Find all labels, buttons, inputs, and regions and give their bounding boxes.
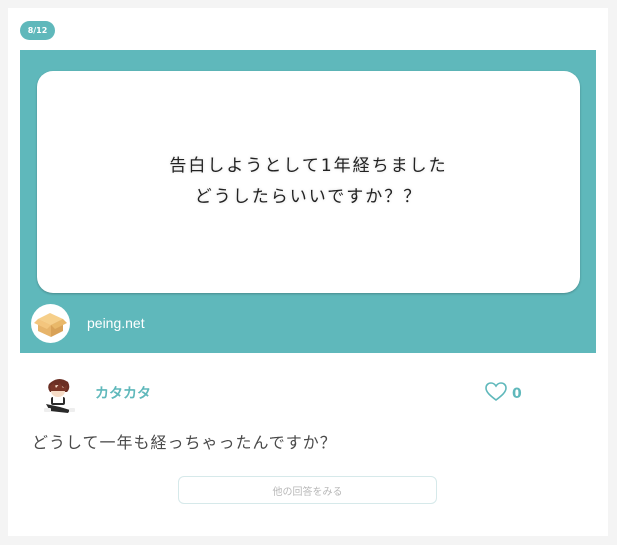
answerer-name[interactable]: カタカタ <box>95 383 151 403</box>
question-card-image[interactable]: 告白しようとして1年経ちました どうしたらいいですか？？ peing.net <box>20 50 596 353</box>
character-avatar[interactable] <box>38 374 80 416</box>
question-box: 告白しようとして1年経ちました どうしたらいいですか？？ <box>37 71 580 293</box>
question-text-line-2: どうしたらいいですか？？ <box>194 187 423 207</box>
like-count: 0 <box>512 385 522 402</box>
like-button[interactable]: 0 <box>484 381 522 406</box>
question-text-line-1: 告白しようとして1年経ちました <box>169 156 448 176</box>
page-indicator-badge: 8/12 <box>20 21 55 40</box>
heart-icon[interactable] <box>484 381 508 406</box>
box-icon <box>31 304 70 343</box>
answer-card: 8/12 告白しようとして1年経ちました どうしたらいいですか？？ peing.… <box>8 8 608 536</box>
more-answers-button[interactable]: 他の回答をみる <box>178 476 437 504</box>
site-label: peing.net <box>87 315 145 331</box>
answer-text: どうして一年も経っちゃったんですか？ <box>32 433 337 452</box>
